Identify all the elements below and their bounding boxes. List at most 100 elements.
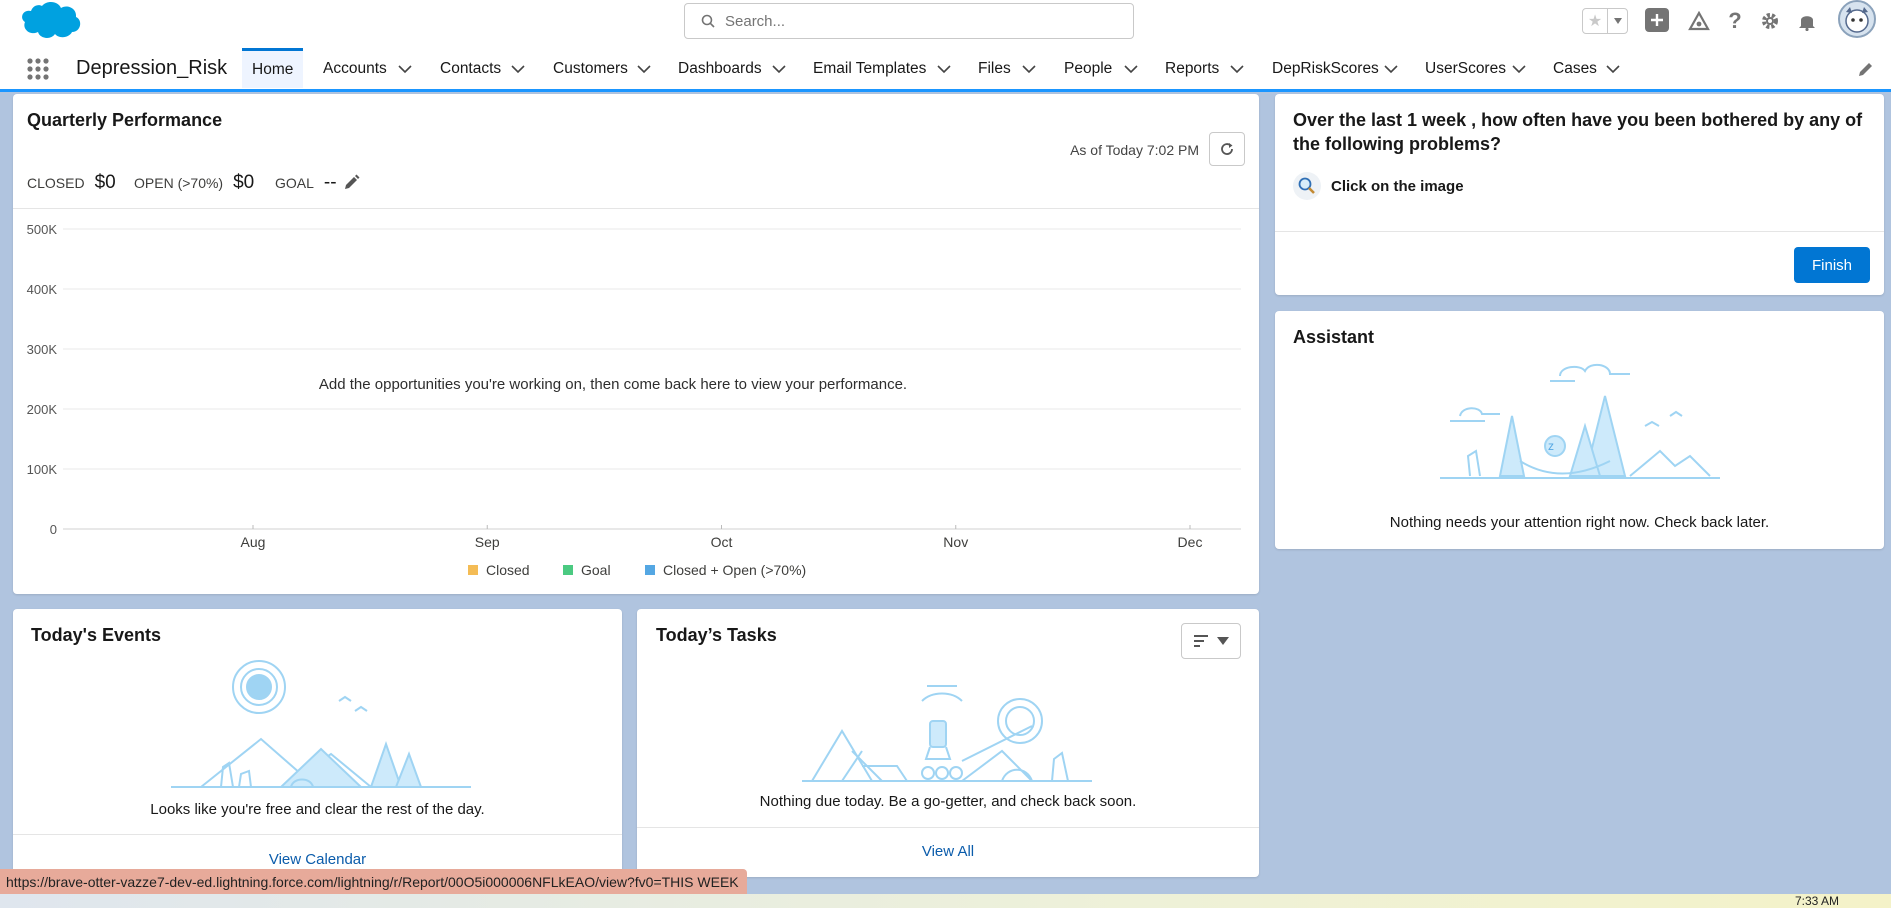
nav-tab-label: Contacts xyxy=(440,60,502,77)
taskbar-clock: 7:33 AM xyxy=(1794,894,1839,908)
magnifier-image-icon[interactable] xyxy=(1293,172,1321,200)
nav-tab-email-templates[interactable]: Email Templates xyxy=(803,50,936,88)
nav-tab-customers[interactable]: Customers xyxy=(543,50,638,88)
nav-tab-people[interactable]: People xyxy=(1054,50,1122,88)
nav-tab-dashboards[interactable]: Dashboards xyxy=(668,50,772,88)
legend-swatch xyxy=(645,565,655,575)
goal-stat: GOAL -- xyxy=(275,172,337,194)
divider xyxy=(637,827,1259,828)
y-tick-label: 500K xyxy=(27,222,58,237)
nav-tab-contacts[interactable]: Contacts xyxy=(430,50,511,88)
email-templates-chevron-down-icon[interactable] xyxy=(937,64,951,74)
dashboards-chevron-down-icon[interactable] xyxy=(772,64,786,74)
edit-goal-pencil-icon[interactable] xyxy=(344,174,360,190)
userscores-chevron-down-icon[interactable] xyxy=(1512,64,1526,74)
setup-gear-icon[interactable] xyxy=(1757,8,1783,34)
card-title: Today’s Tasks xyxy=(656,625,777,645)
divider xyxy=(1275,231,1884,232)
camping-illustration xyxy=(171,660,471,788)
nav-tab-reports[interactable]: Reports xyxy=(1155,50,1229,88)
assistant-empty-message: Nothing needs your attention right now. … xyxy=(1389,514,1770,531)
notifications-bell-icon[interactable] xyxy=(1794,8,1820,34)
salesforce-logo-icon[interactable] xyxy=(14,0,84,44)
divider xyxy=(13,834,622,835)
nav-tab-home[interactable]: Home xyxy=(242,48,304,88)
y-tick-label: 400K xyxy=(27,282,58,297)
nav-tab-label: Cases xyxy=(1553,60,1597,77)
global-header: Search... ★ ? xyxy=(0,0,1891,44)
global-search-input[interactable]: Search... xyxy=(684,3,1134,39)
events-empty-message: Looks like you're free and clear the res… xyxy=(150,801,485,818)
chart-empty-message: Add the opportunities you're working on,… xyxy=(318,376,908,393)
nav-tab-cases[interactable]: Cases xyxy=(1543,50,1607,88)
app-name: Depression_Risk xyxy=(76,57,228,79)
app-navigation-bar: Depression_Risk Home Accounts Contacts C… xyxy=(0,44,1891,92)
closed-label: CLOSED xyxy=(27,175,85,191)
files-chevron-down-icon[interactable] xyxy=(1022,64,1036,74)
legend-swatch xyxy=(563,565,573,575)
hammock-illustration: z xyxy=(1440,363,1720,479)
card-title: Assistant xyxy=(1293,327,1375,347)
favorites-button[interactable]: ★ xyxy=(1582,8,1628,34)
card-title: Today's Events xyxy=(31,625,161,645)
x-tick-label: Dec xyxy=(1178,534,1203,550)
open-label: OPEN (>70%) xyxy=(134,175,224,191)
trailhead-icon[interactable] xyxy=(1686,8,1712,34)
nav-tab-label: Reports xyxy=(1165,60,1220,77)
open-stat: OPEN (>70%) $0 xyxy=(134,172,254,194)
y-tick-label: 100K xyxy=(27,462,58,477)
y-tick-label: 0 xyxy=(50,522,57,537)
reports-chevron-down-icon[interactable] xyxy=(1230,64,1244,74)
user-avatar[interactable] xyxy=(1838,0,1876,38)
nav-tab-label: Accounts xyxy=(323,60,387,77)
x-tick-label: Nov xyxy=(943,534,968,550)
nav-tab-depriskscores[interactable]: DepRiskScores xyxy=(1262,50,1389,88)
people-chevron-down-icon[interactable] xyxy=(1124,64,1138,74)
todays-events-card: Today's Events Looks like you're free an… xyxy=(13,609,622,908)
y-tick-label: 200K xyxy=(27,402,58,417)
survey-card: Over the last 1 week , how often have yo… xyxy=(1275,94,1884,295)
x-tick-label: Sep xyxy=(475,534,500,550)
depriskscores-chevron-down-icon[interactable] xyxy=(1384,64,1398,74)
x-tick-label: Aug xyxy=(241,534,266,550)
x-tick-label: Oct xyxy=(711,534,733,550)
assistant-card: Assistant z Nothing needs your attention… xyxy=(1275,311,1884,549)
goal-value: -- xyxy=(323,172,337,193)
accounts-chevron-down-icon[interactable] xyxy=(398,64,412,74)
global-actions-plus-icon[interactable] xyxy=(1645,8,1669,32)
card-title: Quarterly Performance xyxy=(27,110,223,130)
quarterly-performance-card: Quarterly Performance As of Today 7:02 P… xyxy=(13,94,1259,594)
nav-tab-files[interactable]: Files xyxy=(968,50,1021,88)
survey-question: Over the last 1 week , how often have yo… xyxy=(1293,110,1863,154)
app-launcher-grid-icon[interactable] xyxy=(26,57,50,81)
sort-list-icon xyxy=(1194,635,1208,647)
beach-illustration xyxy=(802,685,1092,782)
goal-label: GOAL xyxy=(275,175,314,191)
nav-tab-label: People xyxy=(1064,60,1113,77)
nav-tab-label: Customers xyxy=(553,60,628,77)
nav-tab-label: DepRiskScores xyxy=(1272,60,1379,77)
customers-chevron-down-icon[interactable] xyxy=(637,64,651,74)
cases-chevron-down-icon[interactable] xyxy=(1606,64,1620,74)
contacts-chevron-down-icon[interactable] xyxy=(511,64,525,74)
nav-tab-label: Files xyxy=(978,60,1011,77)
star-icon: ★ xyxy=(1587,13,1603,30)
refresh-button[interactable] xyxy=(1209,132,1245,166)
nav-tab-userscores[interactable]: UserScores xyxy=(1415,50,1516,88)
y-tick-label: 300K xyxy=(27,342,58,357)
help-icon[interactable]: ? xyxy=(1722,8,1748,34)
chevron-down-icon xyxy=(1607,9,1627,33)
open-value: $0 xyxy=(233,172,255,193)
edit-nav-pencil-icon[interactable] xyxy=(1857,60,1875,78)
view-calendar-link[interactable]: View Calendar xyxy=(13,851,622,868)
finish-button[interactable]: Finish xyxy=(1794,247,1870,283)
nav-tab-accounts[interactable]: Accounts xyxy=(313,50,397,88)
legend-label: Closed + Open (>70%) xyxy=(663,562,806,578)
legend-label: Closed xyxy=(486,562,530,578)
search-placeholder: Search... xyxy=(725,12,786,30)
os-taskbar xyxy=(0,894,1891,908)
refresh-icon xyxy=(1221,143,1233,155)
link-preview-url: https://brave-otter-vazze7-dev-ed.lightn… xyxy=(0,869,747,894)
tasks-filter-dropdown[interactable] xyxy=(1181,623,1241,659)
view-all-tasks-link[interactable]: View All xyxy=(637,843,1259,860)
